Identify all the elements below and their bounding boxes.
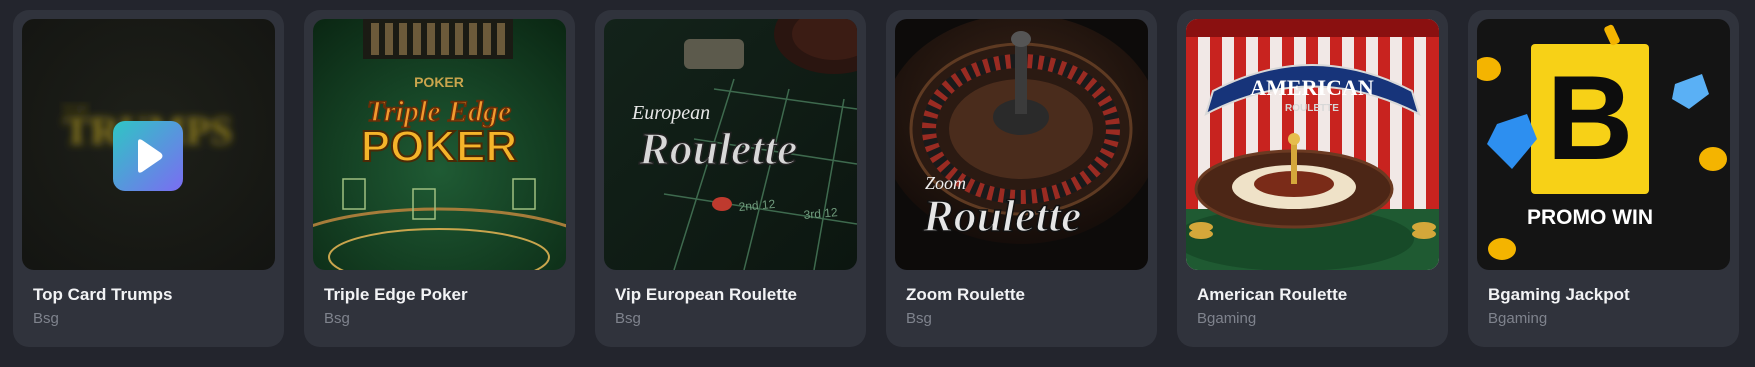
game-card-bgaming-jackpot[interactable]: B PROMO WIN Bgaming Jackpot Bgaming — [1468, 10, 1739, 347]
game-card-vip-european-roulette[interactable]: 2nd 12 3rd 12 European Roulette Vip Euro… — [595, 10, 866, 347]
play-icon — [138, 139, 163, 173]
game-card-zoom-roulette[interactable]: Zoom Roulette Zoom Roulette Bsg — [886, 10, 1157, 347]
game-title[interactable]: American Roulette — [1197, 285, 1347, 305]
game-grid: TRUMPS TOP Top Card Trumps Bsg — [13, 10, 1751, 347]
thumbnail-image: AMERICAN ROULETTE — [1186, 19, 1439, 270]
game-title[interactable]: Top Card Trumps — [33, 285, 172, 305]
game-card-top-card-trumps[interactable]: TRUMPS TOP Top Card Trumps Bsg — [13, 10, 284, 347]
thumbnail-logo-text: AMERICAN — [1250, 75, 1374, 100]
thumbnail-image: 2nd 12 3rd 12 European Roulette — [604, 19, 857, 270]
game-thumbnail[interactable]: TRUMPS TOP — [22, 19, 275, 270]
svg-text:POKER: POKER — [414, 74, 464, 90]
game-title[interactable]: Bgaming Jackpot — [1488, 285, 1630, 305]
game-title[interactable]: Zoom Roulette — [906, 285, 1025, 305]
game-card-american-roulette[interactable]: AMERICAN ROULETTE American Roulette Bgam… — [1177, 10, 1448, 347]
game-thumbnail[interactable]: AMERICAN ROULETTE — [1186, 19, 1439, 270]
play-button[interactable] — [113, 121, 183, 191]
game-thumbnail[interactable]: Zoom Roulette — [895, 19, 1148, 270]
game-title[interactable]: Vip European Roulette — [615, 285, 797, 305]
game-thumbnail[interactable]: POKER Triple Edge POKER — [313, 19, 566, 270]
thumbnail-logo-text: POKER — [361, 122, 517, 171]
game-provider: Bsg — [906, 310, 932, 327]
game-thumbnail[interactable]: B PROMO WIN — [1477, 19, 1730, 270]
game-provider: Bsg — [33, 310, 59, 327]
thumbnail-image: POKER Triple Edge POKER — [313, 19, 566, 270]
svg-text:3rd 12: 3rd 12 — [803, 205, 838, 222]
game-thumbnail[interactable]: 2nd 12 3rd 12 European Roulette — [604, 19, 857, 270]
promo-text: PROMO WIN — [1527, 206, 1653, 229]
game-provider: Bsg — [615, 310, 641, 327]
thumbnail-logo-text: Roulette — [922, 190, 1081, 241]
thumbnail-logo-text: Roulette — [638, 123, 797, 174]
game-provider: Bgaming — [1197, 310, 1257, 327]
thumbnail-image: B PROMO WIN — [1477, 19, 1730, 270]
game-provider: Bsg — [324, 310, 350, 327]
game-title[interactable]: Triple Edge Poker — [324, 285, 468, 305]
bgaming-logo: B — [1547, 51, 1634, 185]
svg-text:European: European — [631, 102, 710, 124]
game-provider: Bgaming — [1488, 310, 1548, 327]
game-card-triple-edge-poker[interactable]: POKER Triple Edge POKER Triple Edge Poke… — [304, 10, 575, 347]
svg-text:TOP: TOP — [62, 103, 88, 118]
thumbnail-image: Zoom Roulette — [895, 19, 1148, 270]
svg-text:ROULETTE: ROULETTE — [1285, 103, 1339, 114]
